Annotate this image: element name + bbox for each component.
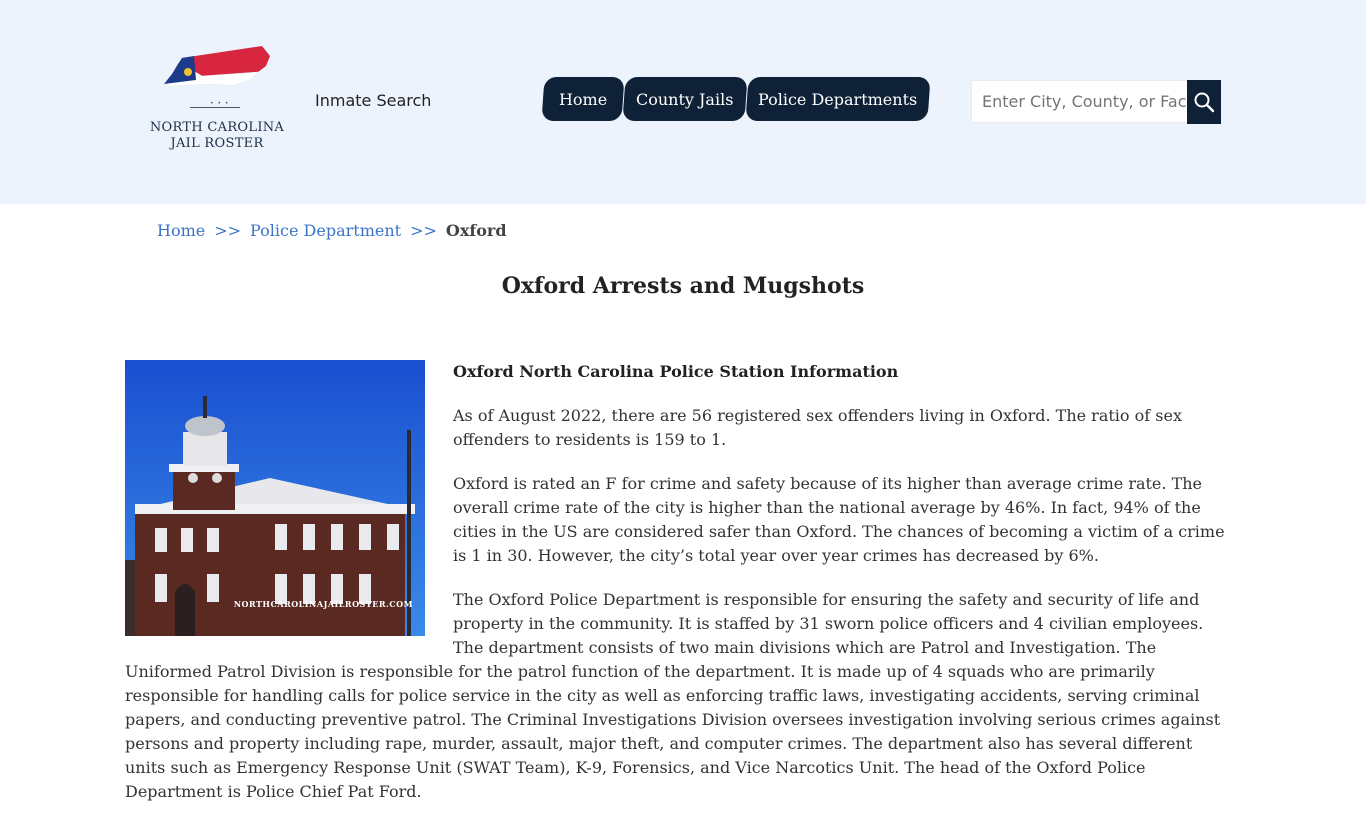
breadcrumb-separator: >> [214,221,242,240]
police-station-photo: NORTHCAROLINAJAILROSTER.COM [125,360,425,636]
breadcrumb-current: Oxford [445,221,507,240]
search-button[interactable] [1187,80,1221,124]
breadcrumb: Home >> Police Department >> Oxford [157,221,507,240]
image-watermark: NORTHCAROLINAJAILROSTER.COM [233,599,413,609]
page-title: Oxford Arrests and Mugshots [501,273,865,299]
nav-home[interactable]: Home [541,77,625,121]
nc-flag-map-icon [163,46,270,87]
article: NORTHCAROLINAJAILROSTER.COM Oxford North… [125,360,1235,824]
logo-text-line2: JAIL ROSTER [170,136,264,151]
breadcrumb-separator: >> [410,221,437,240]
search-icon [1194,92,1215,113]
nav-county-jails[interactable]: County Jails [622,77,748,121]
nav-home-label: Home [558,89,608,109]
logo-text-line1: NORTH CAROLINA [149,120,285,135]
logo-divider [190,107,240,108]
breadcrumb-home[interactable]: Home [157,221,205,240]
inmate-search-link[interactable]: Inmate Search [315,91,431,110]
nav-police-departments[interactable]: Police Departments [745,77,931,121]
search-input[interactable] [971,80,1187,123]
nav-police-departments-label: Police Departments [758,89,918,109]
logo-ornament: • • • [210,100,230,107]
breadcrumb-police-department[interactable]: Police Department [250,221,401,240]
site-header: • • • NORTH CAROLINA JAIL ROSTER Inmate … [0,0,1366,204]
nav-county-jails-label: County Jails [636,89,734,109]
site-logo[interactable]: • • • NORTH CAROLINA JAIL ROSTER [146,44,288,154]
